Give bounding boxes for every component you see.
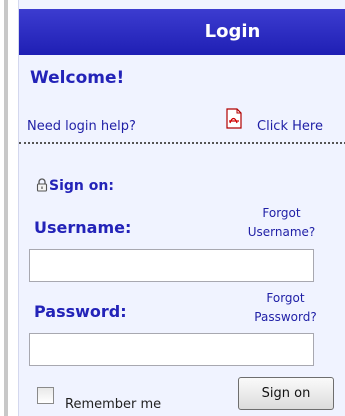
- password-label: Password:: [34, 302, 127, 321]
- forgot-password-line1: Forgot: [266, 291, 305, 305]
- password-input[interactable]: [29, 333, 314, 366]
- username-label: Username:: [34, 218, 132, 237]
- page-border: [0, 0, 8, 416]
- remember-me-checkbox[interactable]: [37, 387, 54, 404]
- login-page: Login Welcome! Need login help? Click He…: [0, 0, 345, 416]
- username-input[interactable]: [29, 249, 314, 282]
- login-panel: Login Welcome! Need login help? Click He…: [18, 0, 345, 416]
- forgot-username-link[interactable]: Forgot Username?: [229, 204, 334, 242]
- remember-me-label: Remember me: [65, 397, 162, 412]
- forgot-password-line2: Password?: [254, 310, 317, 324]
- sign-on-button[interactable]: Sign on: [238, 377, 334, 410]
- sign-on-heading: Sign on:: [49, 178, 114, 194]
- click-here-link[interactable]: Click Here: [257, 119, 323, 134]
- login-help-prompt: Need login help?: [27, 119, 136, 134]
- forgot-username-line2: Username?: [247, 225, 316, 239]
- login-title: Login: [204, 21, 261, 42]
- forgot-username-line1: Forgot: [262, 206, 301, 220]
- pdf-file-icon[interactable]: [226, 108, 242, 129]
- lock-icon: [36, 178, 48, 192]
- section-divider: [19, 142, 345, 144]
- welcome-heading: Welcome!: [30, 68, 125, 88]
- forgot-password-link[interactable]: Forgot Password?: [233, 289, 338, 327]
- login-header: Login: [19, 9, 345, 55]
